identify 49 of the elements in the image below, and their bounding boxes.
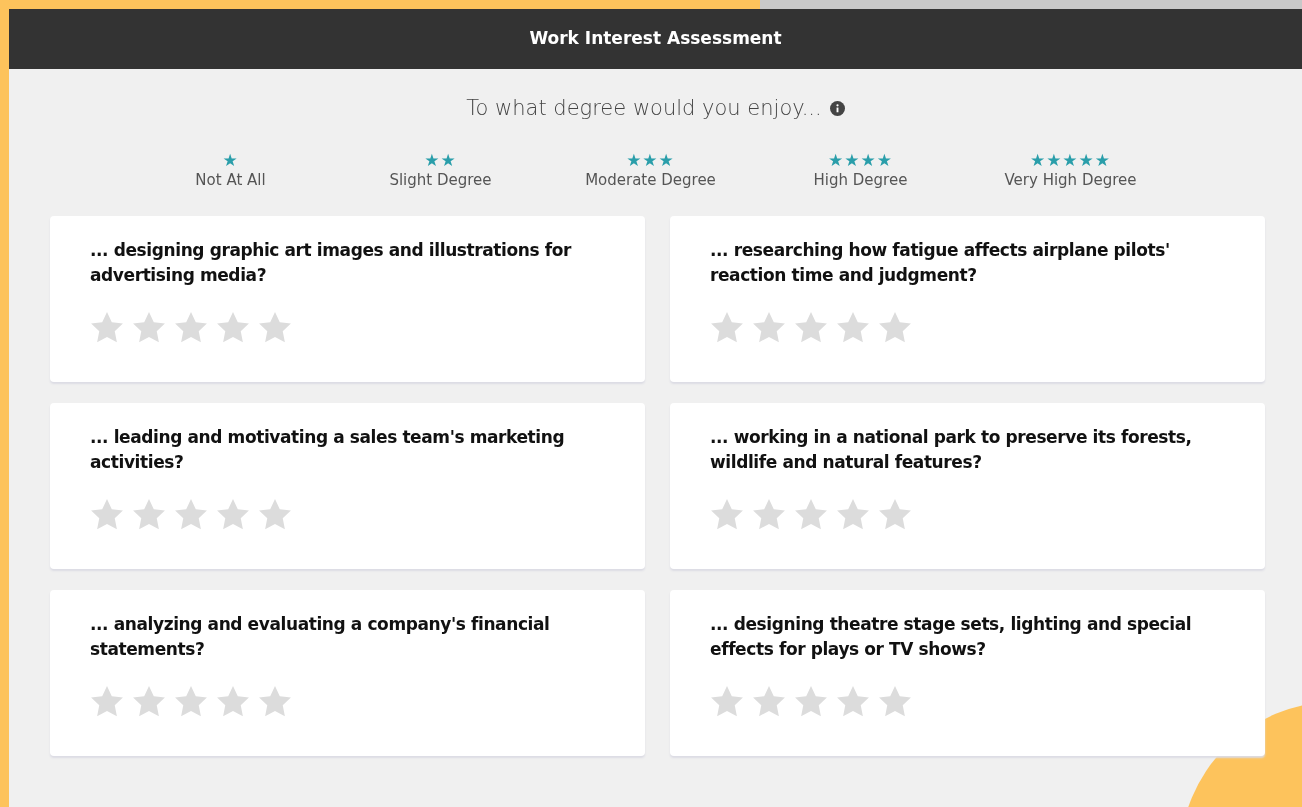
star-rating-icon[interactable] [90,499,124,530]
star-rating-icon[interactable] [258,312,292,343]
star-rating-icon[interactable] [90,312,124,343]
star-rating-icon[interactable] [174,686,208,717]
star-scale: ★ [221,150,240,169]
star-rating-icon[interactable] [132,686,166,717]
star-rating-icon[interactable] [794,686,828,717]
star-rating-icon[interactable] [174,499,208,530]
star-rating-icon[interactable] [794,312,828,343]
star-rating-icon[interactable] [752,686,786,717]
star-rating-icon[interactable] [794,499,828,530]
star-scale: ★★★ [625,150,676,169]
scale-label: Very High Degree [1003,169,1138,191]
question-text: ... analyzing and evaluating a company's financial statements? [90,613,551,661]
prompt-text: To what degree would you enjoy... [466,95,822,122]
star-rating-icon[interactable] [258,499,292,530]
star-scale: ★★★★★ [1028,150,1113,169]
star-rating-icon[interactable] [878,499,912,530]
scale-label: Not At All [194,169,267,191]
question-text: ... researching how fatigue affects airplane pilots' reaction time and judgment? [710,239,1171,287]
info-icon[interactable] [829,101,845,117]
star-rating-icon[interactable] [132,499,166,530]
star-rating-icon[interactable] [216,686,250,717]
star-rating-icon[interactable] [258,686,292,717]
star-rating-icon[interactable] [710,312,744,343]
scale-label: Slight Degree [388,169,493,191]
star-rating-icon[interactable] [836,686,870,717]
star-rating-icon[interactable] [710,499,744,530]
star-rating-icon[interactable] [710,686,744,717]
star-rating-icon[interactable] [216,312,250,343]
star-rating-icon[interactable] [90,686,124,717]
star-rating-icon[interactable] [132,312,166,343]
question-text: ... working in a national park to preserve its forests, wildlife and natural features? [710,426,1193,474]
star-rating-icon[interactable] [836,499,870,530]
star-rating-icon[interactable] [836,312,870,343]
star-rating-icon[interactable] [878,686,912,717]
star-scale: ★★ [423,150,458,169]
question-text: ... leading and motivating a sales team's marketing activities? [90,426,566,474]
scale-label: Moderate Degree [584,169,717,191]
question-text: ... designing theatre stage sets, lighting and special effects for plays or TV shows? [710,613,1193,661]
star-rating-icon[interactable] [752,499,786,530]
star-rating-icon[interactable] [752,312,786,343]
star-scale: ★★★★ [827,150,894,169]
star-rating-icon[interactable] [216,499,250,530]
scale-label: High Degree [812,169,909,191]
star-rating-icon[interactable] [878,312,912,343]
star-rating-icon[interactable] [174,312,208,343]
page-title: Work Interest Assessment [529,27,782,51]
question-text: ... designing graphic art images and illustrations for advertising media? [90,239,573,287]
